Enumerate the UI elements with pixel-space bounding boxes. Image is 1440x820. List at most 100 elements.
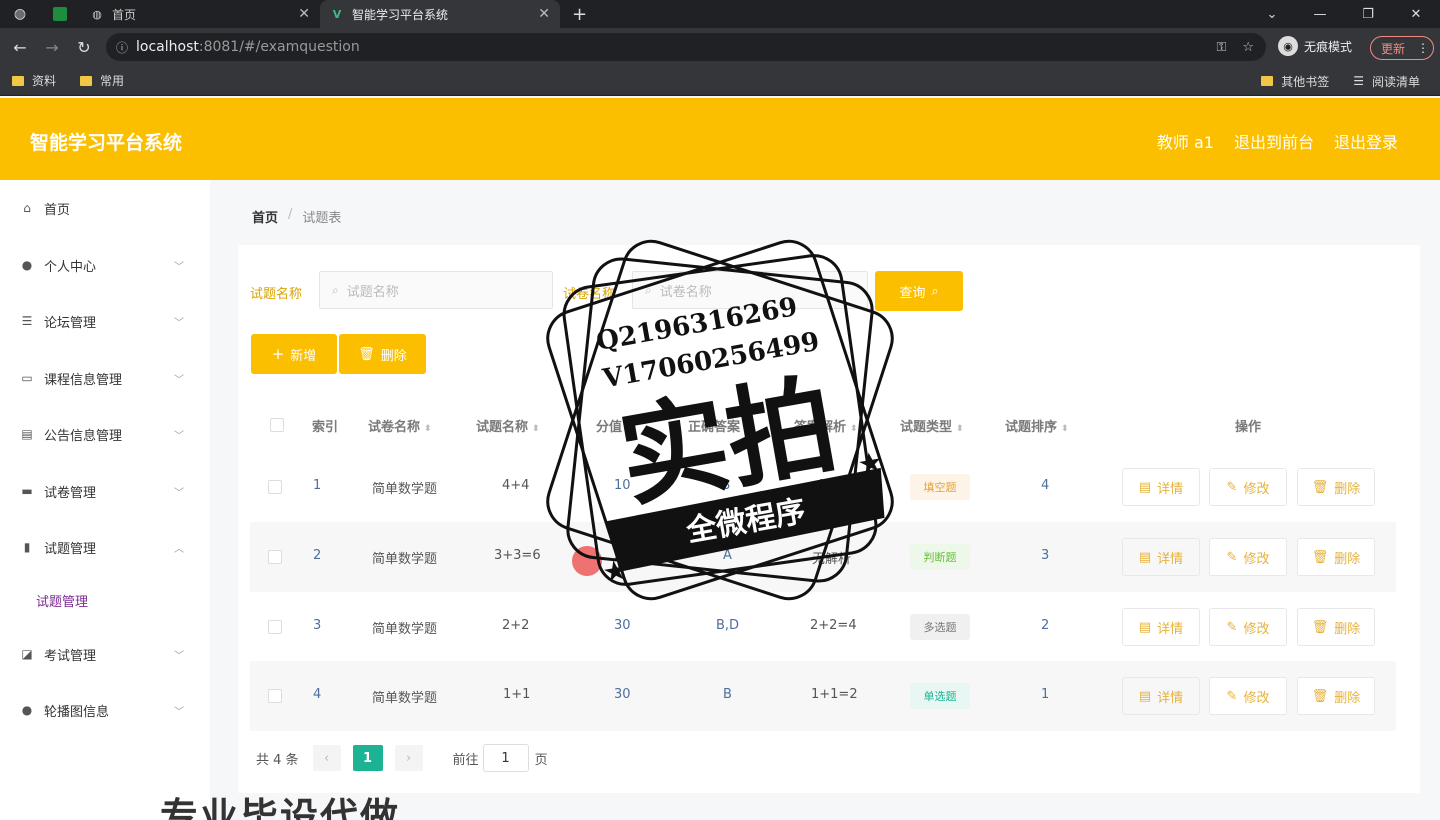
detail-button[interactable]: ▤ 详情 xyxy=(1122,468,1200,506)
prev-page-button[interactable]: ‹ xyxy=(312,745,341,771)
cell-analysis: 无解析 xyxy=(812,552,852,567)
restore-icon[interactable]: ❐ xyxy=(1344,0,1392,28)
sidebar-item-personal[interactable]: ● 个人中心 ﹀ xyxy=(0,245,210,285)
edit-button[interactable]: ✎ 修改 xyxy=(1209,677,1287,715)
row-checkbox[interactable] xyxy=(268,550,282,564)
back-icon[interactable]: ← xyxy=(4,31,36,63)
cell-order: 3 xyxy=(1041,548,1050,563)
edit-button[interactable]: ✎ 修改 xyxy=(1209,468,1287,506)
browser-tab-home[interactable]: ◍ 首页 ✕ xyxy=(80,0,320,28)
query-button[interactable]: 查询 ⌕ xyxy=(875,271,963,311)
globe-icon[interactable]: ◍ xyxy=(0,0,40,28)
delete-button[interactable]: 🗑 删除 xyxy=(1297,677,1375,715)
sort-icon[interactable]: ⬍ xyxy=(532,424,540,434)
incognito-indicator[interactable]: ◉ 无痕模式 xyxy=(1278,36,1352,56)
new-tab-icon[interactable]: + xyxy=(572,4,587,25)
other-bookmarks[interactable]: 其他书签 xyxy=(1261,73,1329,90)
query-label: 查询 xyxy=(899,285,926,301)
bookmark-label: 常用 xyxy=(100,74,125,88)
select-all-checkbox[interactable] xyxy=(270,418,284,432)
close-window-icon[interactable]: ✕ xyxy=(1392,0,1440,28)
submenu-question-manage[interactable]: 试题管理 xyxy=(36,591,88,610)
add-button[interactable]: + 新增 xyxy=(251,334,337,374)
question-name-input[interactable]: ⌕ 试题名称 xyxy=(319,271,553,309)
detail-button[interactable]: ▤ 详情 xyxy=(1122,677,1200,715)
url-input[interactable]: ⓘ localhost:8081/#/examquestion ⚿ ☆ xyxy=(106,33,1266,61)
type-tag: 单选题 xyxy=(910,683,970,709)
sidebar-item-question[interactable]: ▮ 试题管理 ︿ xyxy=(0,527,210,567)
close-icon[interactable]: ✕ xyxy=(538,6,550,22)
reload-icon[interactable]: ↻ xyxy=(68,31,100,63)
table-row: 2 简单数学题 3+3=6 30 A 无解析 判断题 3 ▤ 详情 ✎ 修改 🗑 删除 xyxy=(250,522,1396,592)
browser-tab-app[interactable]: V 智能学习平台系统 ✕ xyxy=(320,0,560,28)
sidebar-item-label: 首页 xyxy=(44,202,71,218)
col-order[interactable]: 试题排序 ⬍ xyxy=(1005,416,1069,435)
reading-list[interactable]: ☰ 阅读清单 xyxy=(1353,73,1420,90)
sort-icon[interactable]: ⬍ xyxy=(850,424,858,434)
sidebar-item-course[interactable]: ▭ 课程信息管理 ﹀ xyxy=(0,358,210,398)
close-icon[interactable]: ✕ xyxy=(298,6,310,22)
chevron-down-icon: ﹀ xyxy=(174,261,184,273)
chevron-down-icon[interactable]: ⌄ xyxy=(1248,0,1296,28)
col-type[interactable]: 试题类型 ⬍ xyxy=(900,416,964,435)
cell-order: 1 xyxy=(1041,687,1050,702)
page-number-current[interactable]: 1 xyxy=(352,745,383,771)
sidebar-item-notice[interactable]: ▤ 公告信息管理 ﹀ xyxy=(0,414,210,454)
row-checkbox[interactable] xyxy=(268,689,282,703)
delete-button[interactable]: 🗑 删除 xyxy=(1297,538,1375,576)
col-question[interactable]: 试题名称 ⬍ xyxy=(476,416,540,435)
minimize-icon[interactable]: — xyxy=(1296,0,1344,28)
sidebar-item-home[interactable]: ⌂ 首页 xyxy=(0,188,210,228)
incognito-label: 无痕模式 xyxy=(1304,39,1353,54)
breadcrumb-home[interactable]: 首页 xyxy=(252,207,278,226)
detail-button[interactable]: ▤ 详情 xyxy=(1122,608,1200,646)
col-score[interactable]: 分值 ⬍ xyxy=(596,416,634,435)
bulk-delete-button[interactable]: 🗑 删除 xyxy=(339,334,426,374)
sort-icon[interactable]: ⬍ xyxy=(956,424,964,434)
next-page-button[interactable]: › xyxy=(394,745,423,771)
col-paper[interactable]: 试卷名称 ⬍ xyxy=(368,416,432,435)
input-placeholder: 试卷名称 xyxy=(659,284,712,300)
more-icon[interactable]: ⋮ xyxy=(1417,41,1429,55)
sidebar-item-forum[interactable]: ☰ 论坛管理 ﹀ xyxy=(0,301,210,341)
delete-button[interactable]: 🗑 删除 xyxy=(1297,468,1375,506)
row-checkbox[interactable] xyxy=(268,480,282,494)
key-icon[interactable]: ⚿ xyxy=(1216,40,1226,55)
col-answer[interactable]: 正确答案 ⬍ xyxy=(688,416,752,435)
bookmarks-bar: 资料 常用 其他书签 ☰ 阅读清单 xyxy=(0,66,1440,96)
sort-icon[interactable]: ⬍ xyxy=(626,424,634,434)
card-icon: ▭ xyxy=(21,371,33,385)
goto-page-input[interactable]: 1 xyxy=(482,744,529,772)
sort-icon[interactable]: ⬍ xyxy=(744,424,752,434)
url-host: localhost xyxy=(136,39,199,55)
paper-name-input[interactable]: ⌕ 试卷名称 xyxy=(632,271,868,309)
sidebar-item-label: 论坛管理 xyxy=(44,315,97,331)
bookmark-folder[interactable]: 资料 xyxy=(12,72,56,89)
forward-icon[interactable]: → xyxy=(36,31,68,63)
cell-score: 10 xyxy=(614,478,631,493)
user-icon: ● xyxy=(21,703,33,717)
exit-to-front-link[interactable]: 退出到前台 xyxy=(1234,129,1314,153)
sort-icon[interactable]: ⬍ xyxy=(424,424,432,434)
update-button[interactable]: 更新 ⋮ xyxy=(1370,36,1434,60)
breadcrumb: 首页 / 试题表 xyxy=(252,207,341,226)
edit-button[interactable]: ✎ 修改 xyxy=(1209,608,1287,646)
col-analysis[interactable]: 答案解析 ⬍ xyxy=(794,416,858,435)
star-icon[interactable]: ☆ xyxy=(1242,40,1254,55)
sidebar-item-carousel[interactable]: ● 轮播图信息 ﹀ xyxy=(0,690,210,730)
sheets-icon[interactable] xyxy=(40,0,80,28)
logout-link[interactable]: 退出登录 xyxy=(1334,129,1398,153)
trash-icon: 🗑 xyxy=(1311,688,1329,704)
sidebar-item-exam[interactable]: ◪ 考试管理 ﹀ xyxy=(0,634,210,674)
detail-label: 详情 xyxy=(1157,690,1184,706)
bookmark-folder[interactable]: 常用 xyxy=(80,72,124,89)
home-icon: ⌂ xyxy=(23,201,31,215)
edit-button[interactable]: ✎ 修改 xyxy=(1209,538,1287,576)
sort-icon[interactable]: ⬍ xyxy=(1061,424,1069,434)
cell-answer: B,D xyxy=(716,618,740,633)
row-checkbox[interactable] xyxy=(268,620,282,634)
delete-button[interactable]: 🗑 删除 xyxy=(1297,608,1375,646)
sidebar-item-paper[interactable]: ▬ 试卷管理 ﹀ xyxy=(0,471,210,511)
detail-button[interactable]: ▤ 详情 xyxy=(1122,538,1200,576)
delete-label: 删除 xyxy=(1334,481,1361,497)
